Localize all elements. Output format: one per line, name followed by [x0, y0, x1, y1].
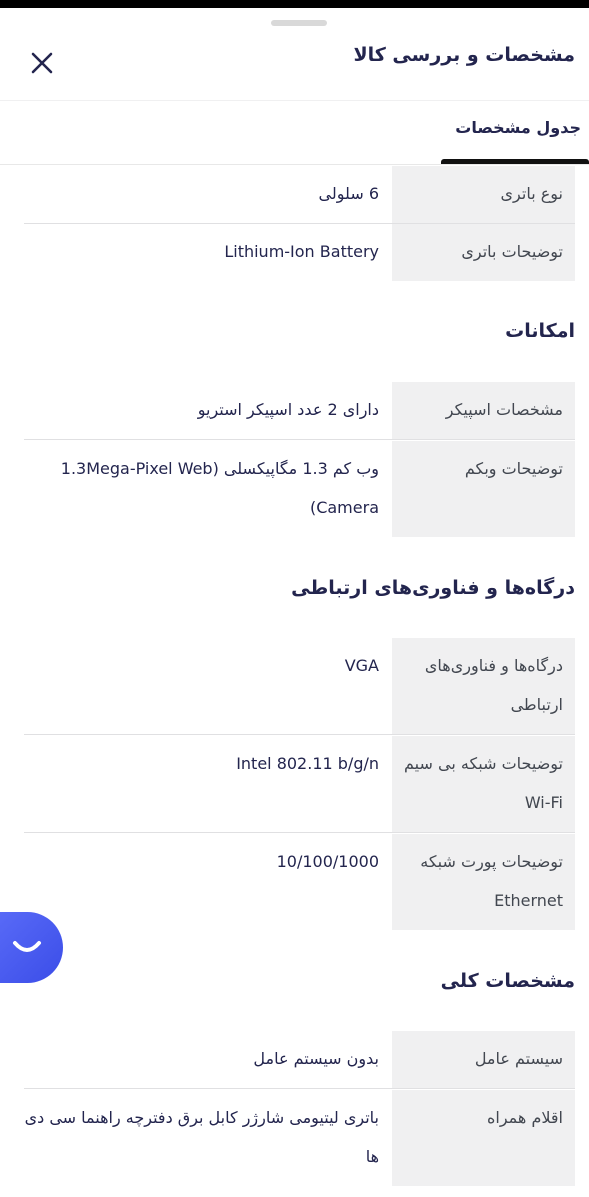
- spec-key: نوع باتری: [392, 166, 575, 223]
- spec-row: اقلام همراه باتری لیتیومی شارژر کابل برق…: [24, 1090, 575, 1186]
- close-button[interactable]: [22, 43, 62, 83]
- spec-key: توضیحات وبکم: [392, 441, 575, 537]
- spec-value: 10/100/1000: [276, 852, 379, 871]
- header-divider: [0, 100, 589, 101]
- spec-key: توضیحات شبکه بی سیم Wi-Fi: [392, 736, 575, 832]
- row-divider: [24, 734, 575, 735]
- spec-value: دارای 2 عدد اسپیکر استریو: [197, 400, 379, 419]
- spec-row: درگاه‌ها و فناوری‌های ارتباطی VGA: [24, 638, 575, 735]
- spec-row: سیستم عامل بدون سیستم عامل: [24, 1031, 575, 1089]
- sheet-title: مشخصات و بررسی کالا: [353, 44, 575, 66]
- chat-smile-icon: [12, 940, 41, 952]
- tab-specifications[interactable]: جدول مشخصات: [455, 118, 581, 137]
- spec-row: توضیحات شبکه بی سیم Wi-Fi Intel 802.11 b…: [24, 736, 575, 833]
- section-title-ports: درگاه‌ها و فناوری‌های ارتباطی: [291, 577, 575, 599]
- spec-value: Lithium-Ion Battery: [224, 242, 379, 261]
- spec-row: توضیحات باتری Lithium-Ion Battery: [24, 224, 575, 281]
- row-divider: [24, 439, 575, 440]
- row-divider: [24, 1088, 575, 1089]
- spec-row: نوع باتری 6 سلولی: [24, 166, 575, 224]
- spec-value: 6 سلولی: [318, 184, 379, 203]
- spec-key: توضیحات پورت شبکه Ethernet: [392, 834, 575, 930]
- spec-key: مشخصات اسپیکر: [392, 382, 575, 439]
- section-title-features: امکانات: [505, 320, 575, 342]
- spec-value: بدون سیستم عامل: [253, 1049, 379, 1068]
- spec-key: سیستم عامل: [392, 1031, 575, 1088]
- spec-key: اقلام همراه: [392, 1090, 575, 1186]
- spec-value: باتری لیتیومی شارژر کابل برق دفترچه راهن…: [24, 1108, 379, 1166]
- tab-divider: [0, 164, 589, 165]
- spec-value: VGA: [344, 656, 379, 675]
- close-icon: [31, 52, 53, 74]
- section-title-general: مشخصات کلی: [440, 970, 575, 992]
- spec-value: وب کم 1.3 مگاپیکسلی (1.3Mega-Pixel Web C…: [60, 459, 379, 517]
- row-divider: [24, 832, 575, 833]
- spec-key: درگاه‌ها و فناوری‌های ارتباطی: [392, 638, 575, 734]
- spec-row: توضیحات پورت شبکه Ethernet 10/100/1000: [24, 834, 575, 930]
- sheet-drag-handle[interactable]: [271, 20, 327, 26]
- spec-row: توضیحات وبکم وب کم 1.3 مگاپیکسلی (1.3Meg…: [24, 441, 575, 537]
- spec-row: مشخصات اسپیکر دارای 2 عدد اسپیکر استریو: [24, 382, 575, 440]
- chat-fab-button[interactable]: [0, 912, 63, 983]
- spec-value: Intel 802.11 b/g/n: [236, 754, 379, 773]
- status-bar: [0, 0, 589, 8]
- spec-key: توضیحات باتری: [392, 224, 575, 281]
